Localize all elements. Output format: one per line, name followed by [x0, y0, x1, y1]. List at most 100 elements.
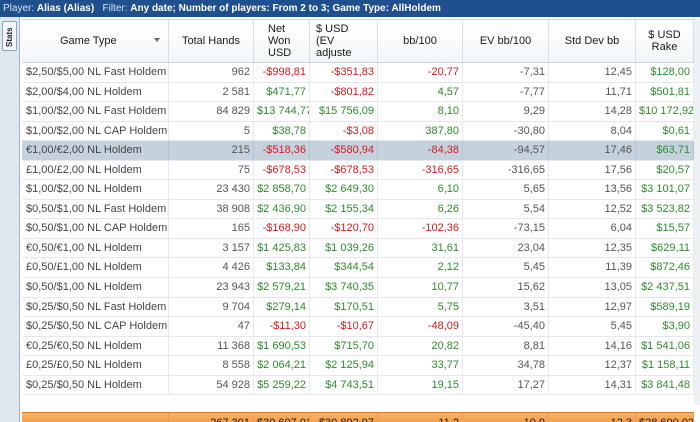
table-row[interactable]: £0,25/£0,50 NL Holdem 8 558 $2 064,21 $2 12… [22, 356, 694, 376]
table-row[interactable]: $0,50/$1,00 NL Fast Holdem 38 908 $2 436,9… [22, 199, 694, 220]
cell-rake: $10 172,92 [636, 102, 694, 121]
cell-std-dev: 12,52 [549, 199, 636, 219]
cell-bb100: 4,57 [378, 82, 463, 102]
cell-std-dev: 12,35 [549, 238, 636, 258]
table-row[interactable]: €1,00/€2,00 NL Holdem 215 -$518,36 -$580,94… [22, 141, 694, 161]
vertical-scrollbar[interactable] [694, 19, 700, 405]
cell-net-won: $13 744,77 [254, 102, 310, 121]
cell-bb100: -316,65 [378, 160, 463, 180]
table-row[interactable]: $0,25/$0,50 NL CAP Holdem 47 -$11,30 -$10,6… [22, 317, 694, 337]
cell-game-type: $0,25/$0,50 NL CAP Holdem [22, 317, 169, 336]
table-row[interactable]: $0,25/$0,50 NL Fast Holdem 9 704 $279,14 $1… [22, 297, 694, 318]
grid-body: $2,50/$5,00 NL Fast Holdem 962 -$998,81 -$3… [22, 63, 694, 396]
cell-std-dev: 12,45 [549, 63, 636, 82]
cell-std-dev: 17,46 [549, 141, 636, 160]
column-header-total-hands[interactable]: Total Hands [169, 20, 254, 62]
cell-ev-bb100: 23,04 [463, 238, 549, 258]
cell-game-type: $0,25/$0,50 NL Holdem [22, 375, 169, 395]
column-header-label: EV bb/100 [479, 35, 532, 47]
player-label: Player: [3, 3, 35, 14]
table-row[interactable]: $1,00/$2,00 NL Holdem 23 430 $2 858,70 $2 6… [22, 180, 694, 200]
header-line: Won [268, 35, 291, 47]
table-row[interactable]: €0,25/€0,50 NL Holdem 11 368 $1 690,53 $715… [22, 336, 694, 357]
cell-net-won: -$518,36 [254, 141, 310, 160]
table-row[interactable]: £0,50/£1,00 NL Holdem 4 426 $133,84 $344,54… [22, 258, 694, 279]
table-row[interactable]: $0,50/$1,00 NL CAP Holdem 165 -$168,90 -$12… [22, 219, 694, 239]
cell-ev-bb100: 5,54 [463, 199, 549, 219]
cell-net-won: $2 436,90 [254, 199, 310, 219]
cell-bb100: -84,38 [378, 141, 463, 160]
total-ev-adjusted: $30 892,97 [310, 413, 378, 422]
cell-bb100: 33,77 [378, 356, 463, 375]
column-header-game-type[interactable]: Game Type [22, 20, 169, 62]
cell-net-won: $5 259,22 [254, 375, 310, 395]
filter-value[interactable]: Any date; Number of players: From 2 to 3… [130, 3, 441, 14]
table-row[interactable]: $1,00/$2,00 NL Fast Holdem 84 829 $13 744,… [22, 102, 694, 122]
table-row[interactable]: €0,50/€1,00 NL Holdem 3 157 $1 425,83 $1 03… [22, 238, 694, 259]
cell-rake: $15,57 [636, 219, 694, 238]
cell-bb100: 20,82 [378, 336, 463, 356]
cell-net-won: -$678,53 [254, 160, 310, 180]
cell-ev-adjusted: -$3,08 [310, 121, 378, 141]
cell-game-type: €1,00/€2,00 NL Holdem [22, 141, 169, 160]
cell-ev-bb100: -94,57 [463, 141, 549, 160]
cell-std-dev: 14,28 [549, 102, 636, 121]
header-line: Rake [651, 41, 678, 53]
cell-game-type: €0,25/€0,50 NL Holdem [22, 336, 169, 356]
column-header-bb100[interactable]: bb/100 [378, 20, 463, 62]
table-row[interactable]: $2,00/$4,00 NL Holdem 2 581 $471,77 -$801,8… [22, 82, 694, 103]
table-row[interactable]: $1,00/$2,00 NL CAP Holdem 5 $38,78 -$3,08 38… [22, 121, 694, 142]
cell-ev-adjusted: $715,70 [310, 336, 378, 356]
column-header-rake[interactable]: $ USD Rake [636, 20, 694, 62]
table-row[interactable]: $2,50/$5,00 NL Fast Holdem 962 -$998,81 -$3… [22, 63, 694, 83]
column-header-ev-adjusted[interactable]: $ USD (EV adjuste [310, 20, 378, 62]
column-header-label: Game Type [60, 35, 117, 47]
total-net-won: $30 607,01 [254, 413, 310, 422]
stats-tab-label: Stats [5, 27, 14, 47]
cell-ev-bb100: 17,27 [463, 375, 549, 395]
cell-net-won: $279,14 [254, 297, 310, 317]
column-header-std-dev[interactable]: Std Dev bb [549, 20, 636, 62]
cell-total-hands: 23 943 [169, 278, 254, 297]
cell-rake: $501,81 [636, 82, 694, 102]
table-row[interactable]: $0,25/$0,50 NL Holdem 54 928 $5 259,22 $4 7… [22, 375, 694, 396]
header-line: USD [268, 47, 292, 59]
cell-ev-adjusted: $3 740,35 [310, 278, 378, 297]
cell-total-hands: 165 [169, 219, 254, 238]
player-value[interactable]: Alias (Alias) [37, 3, 94, 14]
cell-game-type: €0,50/€1,00 NL Holdem [22, 238, 169, 258]
cell-std-dev: 11,39 [549, 258, 636, 278]
stats-tab[interactable]: Stats [2, 21, 17, 51]
cell-bb100: 31,61 [378, 238, 463, 258]
cell-total-hands: 215 [169, 141, 254, 160]
grid-header: Game Type Total Hands Net Won USD $ USD … [22, 19, 694, 63]
cell-rake: $20,57 [636, 160, 694, 180]
table-row[interactable]: £1,00/£2,00 NL Holdem 75 -$678,53 -$678,53-… [22, 160, 694, 181]
header-line: $ USD [648, 29, 681, 41]
cell-rake: $3 841,48 [636, 375, 694, 395]
cell-rake: $1 158,11 [636, 356, 694, 375]
cell-total-hands: 9 704 [169, 297, 254, 317]
column-header-ev-bb100[interactable]: EV bb/100 [463, 20, 549, 62]
total-ev-bb100: 10,9 [463, 413, 549, 422]
cell-std-dev: 14,16 [549, 336, 636, 356]
cell-ev-adjusted: $1 039,26 [310, 238, 378, 258]
cell-net-won: $1 425,83 [254, 238, 310, 258]
cell-net-won: $2 858,70 [254, 180, 310, 199]
cell-std-dev: 17,56 [549, 160, 636, 180]
cell-net-won: -$168,90 [254, 219, 310, 238]
cell-ev-adjusted: -$801,82 [310, 82, 378, 102]
header-line: Net [268, 23, 286, 35]
column-header-net-won[interactable]: Net Won USD [254, 20, 310, 62]
total-bb100: 11,2 [378, 413, 463, 422]
cell-std-dev: 13,05 [549, 278, 636, 297]
table-row[interactable]: $0,50/$1,00 NL Holdem 23 943 $2 579,21 $3 7… [22, 278, 694, 298]
cell-total-hands: 962 [169, 63, 254, 82]
cell-total-hands: 54 928 [169, 375, 254, 395]
column-header-label: $ USD (EV adjuste [316, 23, 351, 59]
totals-row: 267 301$30 607,01$30 892,9711,210,912,3$… [22, 412, 694, 422]
column-header-label: Std Dev bb [564, 35, 620, 47]
dropdown-arrow-icon[interactable] [154, 38, 160, 42]
cell-game-type: $0,50/$1,00 NL Holdem [22, 278, 169, 297]
cell-std-dev: 6,04 [549, 219, 636, 238]
